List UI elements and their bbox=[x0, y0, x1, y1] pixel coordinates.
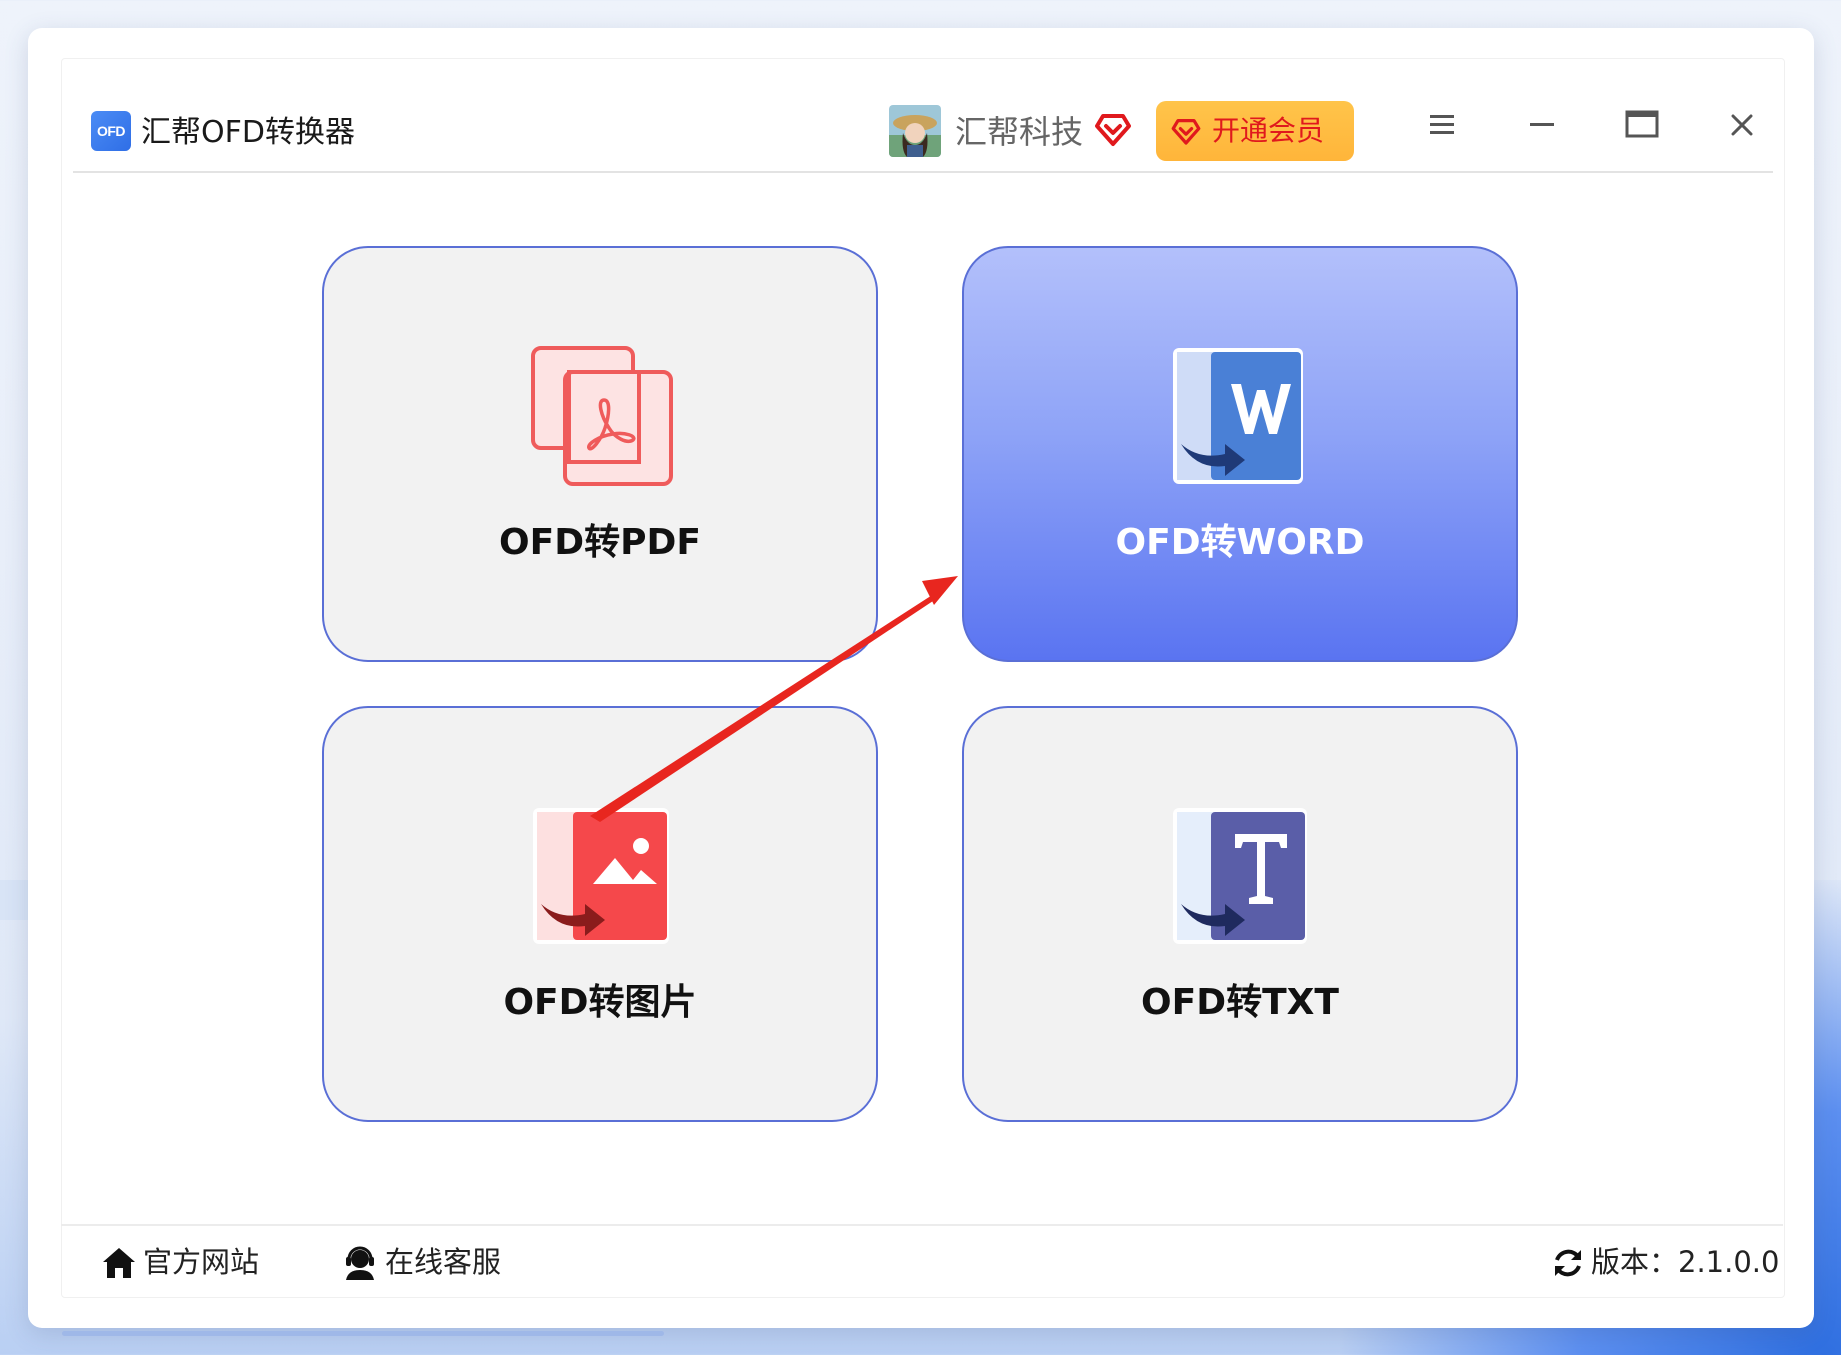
app-window: OFD 汇帮OFD转换器 汇帮科技 开通会员 OFD转PDF OFD转WORD … bbox=[28, 28, 1814, 1328]
pdf-document-icon bbox=[531, 346, 673, 486]
app-title: 汇帮OFD转换器 bbox=[141, 115, 355, 150]
menu-button[interactable] bbox=[1407, 95, 1477, 155]
ofd-to-pdf-label: OFD转PDF bbox=[499, 522, 701, 563]
home-icon bbox=[103, 1248, 135, 1278]
online-support-label: 在线客服 bbox=[385, 1245, 502, 1279]
minimize-icon bbox=[1530, 123, 1554, 126]
hamburger-menu-icon bbox=[1430, 115, 1454, 134]
ofd-logo-icon: OFD bbox=[91, 111, 131, 151]
open-membership-label: 开通会员 bbox=[1212, 114, 1325, 147]
close-button[interactable] bbox=[1707, 95, 1777, 155]
window-inner-frame bbox=[61, 58, 1785, 1298]
close-icon bbox=[1731, 114, 1753, 136]
user-name[interactable]: 汇帮科技 bbox=[955, 109, 1083, 155]
official-website-label: 官方网站 bbox=[143, 1245, 260, 1279]
ofd-to-txt-card[interactable]: OFD转TXT bbox=[962, 706, 1518, 1122]
minimize-button[interactable] bbox=[1507, 95, 1577, 155]
ofd-to-image-label: OFD转图片 bbox=[503, 982, 697, 1023]
user-avatar[interactable] bbox=[889, 105, 941, 157]
ofd-to-image-card[interactable]: OFD转图片 bbox=[322, 706, 878, 1122]
footer-bar: 官方网站 在线客服 版本：2.1.0.0 bbox=[61, 1224, 1783, 1298]
refresh-icon[interactable] bbox=[1551, 1246, 1585, 1280]
desktop-taskbar-strip bbox=[0, 880, 30, 920]
vip-heart-icon bbox=[1093, 109, 1133, 149]
ofd-to-word-label: OFD转WORD bbox=[1115, 522, 1365, 563]
text-document-icon bbox=[1173, 808, 1307, 944]
open-membership-button[interactable]: 开通会员 bbox=[1156, 101, 1354, 161]
maximize-button[interactable] bbox=[1607, 95, 1677, 155]
maximize-icon bbox=[1625, 110, 1659, 138]
image-document-icon bbox=[533, 808, 669, 944]
version-label: 版本：2.1.0.0 bbox=[1591, 1245, 1780, 1279]
word-document-icon bbox=[1173, 348, 1303, 484]
horizontal-scroll-indicator[interactable] bbox=[62, 1331, 664, 1336]
ofd-to-txt-label: OFD转TXT bbox=[1141, 982, 1339, 1023]
ofd-to-word-card[interactable]: OFD转WORD bbox=[962, 246, 1518, 662]
vip-diamond-icon bbox=[1171, 119, 1201, 145]
customer-service-icon bbox=[346, 1246, 374, 1280]
ofd-to-pdf-card[interactable]: OFD转PDF bbox=[322, 246, 878, 662]
title-bar: OFD 汇帮OFD转换器 汇帮科技 开通会员 bbox=[73, 73, 1773, 173]
